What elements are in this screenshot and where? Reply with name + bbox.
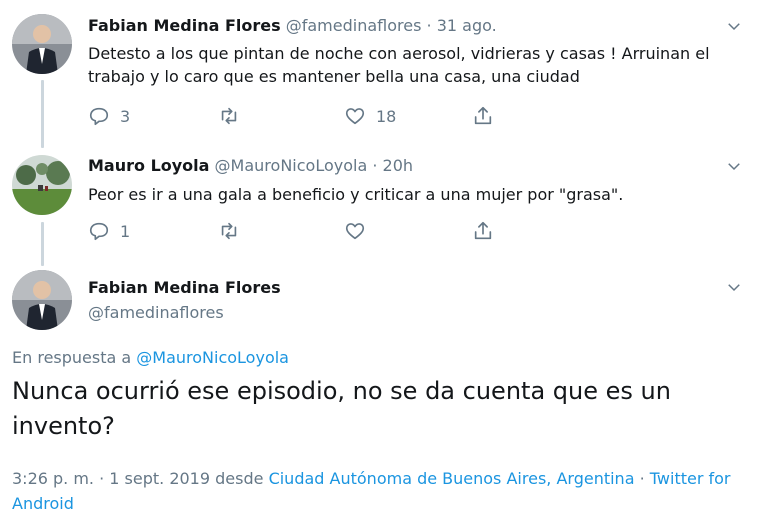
reply-prefix: En respuesta a: [12, 348, 132, 367]
like-count: 18: [376, 106, 397, 126]
chevron-down-icon[interactable]: [725, 157, 743, 175]
share-button[interactable]: [472, 219, 494, 243]
heart-icon: [345, 108, 365, 125]
author-handle[interactable]: @famedinaflores: [88, 303, 224, 323]
tweet-actions: 3 18: [88, 104, 508, 128]
separator: ·: [426, 16, 432, 35]
author-handle[interactable]: @famedinaflores: [286, 16, 422, 35]
retweet-icon: [221, 222, 237, 240]
reply-context: En respuesta a @MauroNicoLoyola: [12, 348, 289, 368]
avatar[interactable]: [12, 155, 72, 215]
chevron-down-icon[interactable]: [725, 278, 743, 296]
author-handle[interactable]: @MauroNicoLoyola: [215, 156, 368, 175]
thread-line: [41, 80, 44, 148]
separator: ·: [372, 156, 378, 175]
author-name[interactable]: Fabian Medina Flores: [88, 278, 281, 298]
location-link[interactable]: Ciudad Autónoma de Buenos Aires, Argenti…: [269, 469, 635, 488]
reply-count: 1: [120, 221, 131, 241]
chevron-down-icon[interactable]: [725, 17, 743, 35]
reply-button[interactable]: 3: [88, 104, 130, 128]
focused-tweet-text: Nunca ocurrió ese episodio, no se da cue…: [12, 377, 671, 440]
tweet-text: Peor es ir a una gala a beneficio y crit…: [88, 185, 624, 204]
reply-count: 3: [120, 106, 131, 126]
retweet-icon: [221, 107, 237, 125]
avatar[interactable]: [12, 270, 72, 330]
retweet-button[interactable]: [218, 104, 250, 128]
avatar[interactable]: [12, 14, 72, 74]
thread-line: [41, 222, 44, 266]
reply-icon: [89, 107, 109, 126]
author-name[interactable]: Mauro Loyola: [88, 156, 209, 175]
tweet-time[interactable]: 20h: [383, 156, 414, 175]
like-button[interactable]: [344, 219, 376, 243]
share-icon: [474, 221, 492, 240]
tweet-actions: 1: [88, 219, 508, 243]
share-button[interactable]: [472, 104, 494, 128]
like-button[interactable]: 18: [344, 104, 396, 128]
heart-icon: [345, 223, 365, 240]
separator: ·: [639, 469, 645, 488]
retweet-button[interactable]: [218, 219, 250, 243]
share-icon: [474, 106, 492, 125]
timestamp[interactable]: 3:26 p. m. · 1 sept. 2019 desde: [12, 469, 263, 488]
tweet-text: Detesto a los que pintan de noche con ae…: [88, 44, 710, 86]
reply-icon: [89, 222, 109, 241]
reply-button[interactable]: 1: [88, 219, 130, 243]
tweet-metadata: 3:26 p. m. · 1 sept. 2019 desde Ciudad A…: [12, 466, 752, 516]
reply-to-link[interactable]: @MauroNicoLoyola: [136, 348, 289, 367]
tweet-time[interactable]: 31 ago.: [437, 16, 497, 35]
author-name[interactable]: Fabian Medina Flores: [88, 16, 281, 35]
